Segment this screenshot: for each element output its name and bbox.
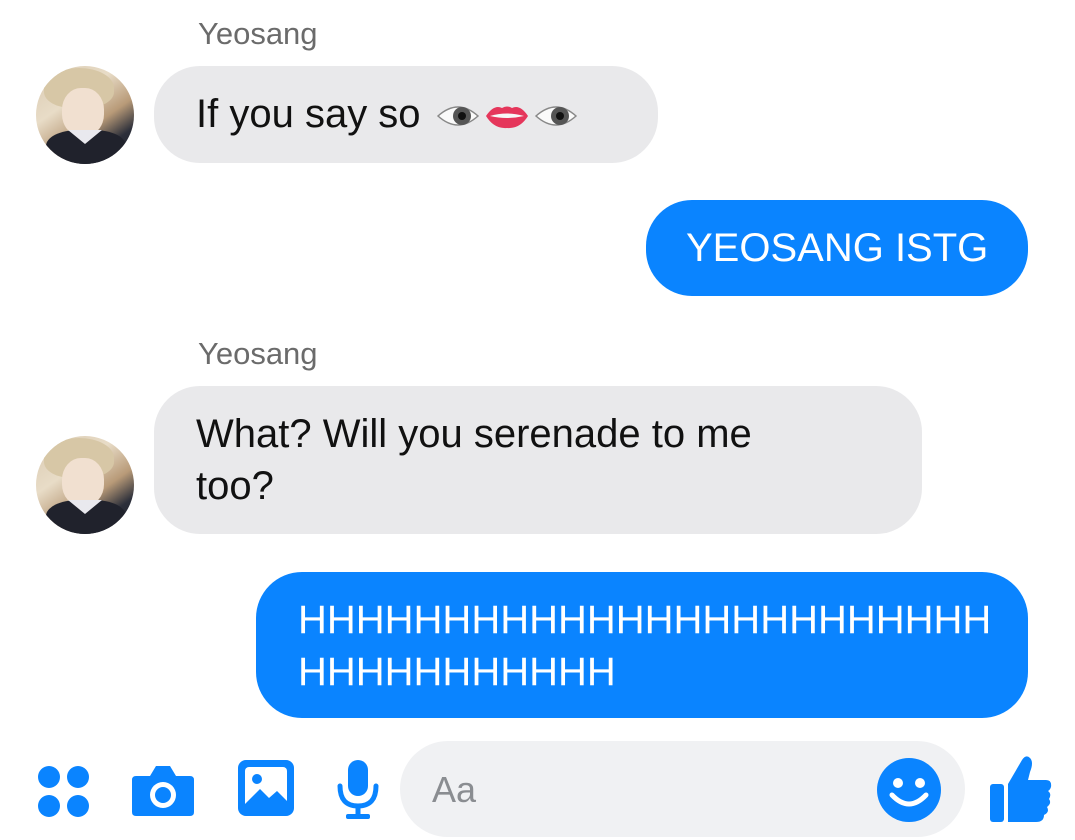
eye-icon bbox=[436, 106, 479, 127]
message-bubble-outgoing[interactable]: HHHHHHHHHHHHHHHHHHHHHHHH HHHHHHHHHHH bbox=[256, 572, 1028, 718]
message-text-line: HHHHHHHHHHH bbox=[298, 650, 616, 694]
message-text: YEOSANG ISTG bbox=[686, 226, 989, 270]
sender-name: Yeosang bbox=[198, 16, 318, 51]
avatar[interactable] bbox=[36, 436, 134, 534]
camera-icon[interactable] bbox=[130, 762, 196, 818]
message-text: If you say so bbox=[196, 92, 421, 136]
avatar-face bbox=[62, 458, 104, 506]
lips-icon bbox=[485, 106, 528, 129]
sender-name: Yeosang bbox=[198, 336, 318, 371]
message-text-line: HHHHHHHHHHHHHHHHHHHHHHHH bbox=[298, 598, 992, 642]
avatar[interactable] bbox=[36, 66, 134, 164]
message-input-placeholder: Aa bbox=[432, 769, 477, 810]
emoji-icon[interactable] bbox=[876, 757, 942, 823]
message-bubble-incoming[interactable]: If you say so bbox=[154, 66, 658, 163]
eye-icon bbox=[534, 106, 577, 127]
message-input[interactable]: Aa bbox=[400, 741, 965, 837]
message-bubble-outgoing[interactable]: YEOSANG ISTG bbox=[646, 200, 1028, 296]
apps-icon[interactable] bbox=[36, 764, 92, 820]
gallery-icon[interactable] bbox=[236, 758, 296, 818]
message-text-line: too? bbox=[196, 464, 274, 508]
avatar-face bbox=[62, 88, 104, 136]
message-text-line: What? Will you serenade to me bbox=[196, 412, 752, 456]
thumbs-up-icon[interactable] bbox=[988, 754, 1054, 824]
message-bubble-incoming[interactable]: What? Will you serenade to me too? bbox=[154, 386, 922, 534]
microphone-icon[interactable] bbox=[334, 758, 382, 820]
